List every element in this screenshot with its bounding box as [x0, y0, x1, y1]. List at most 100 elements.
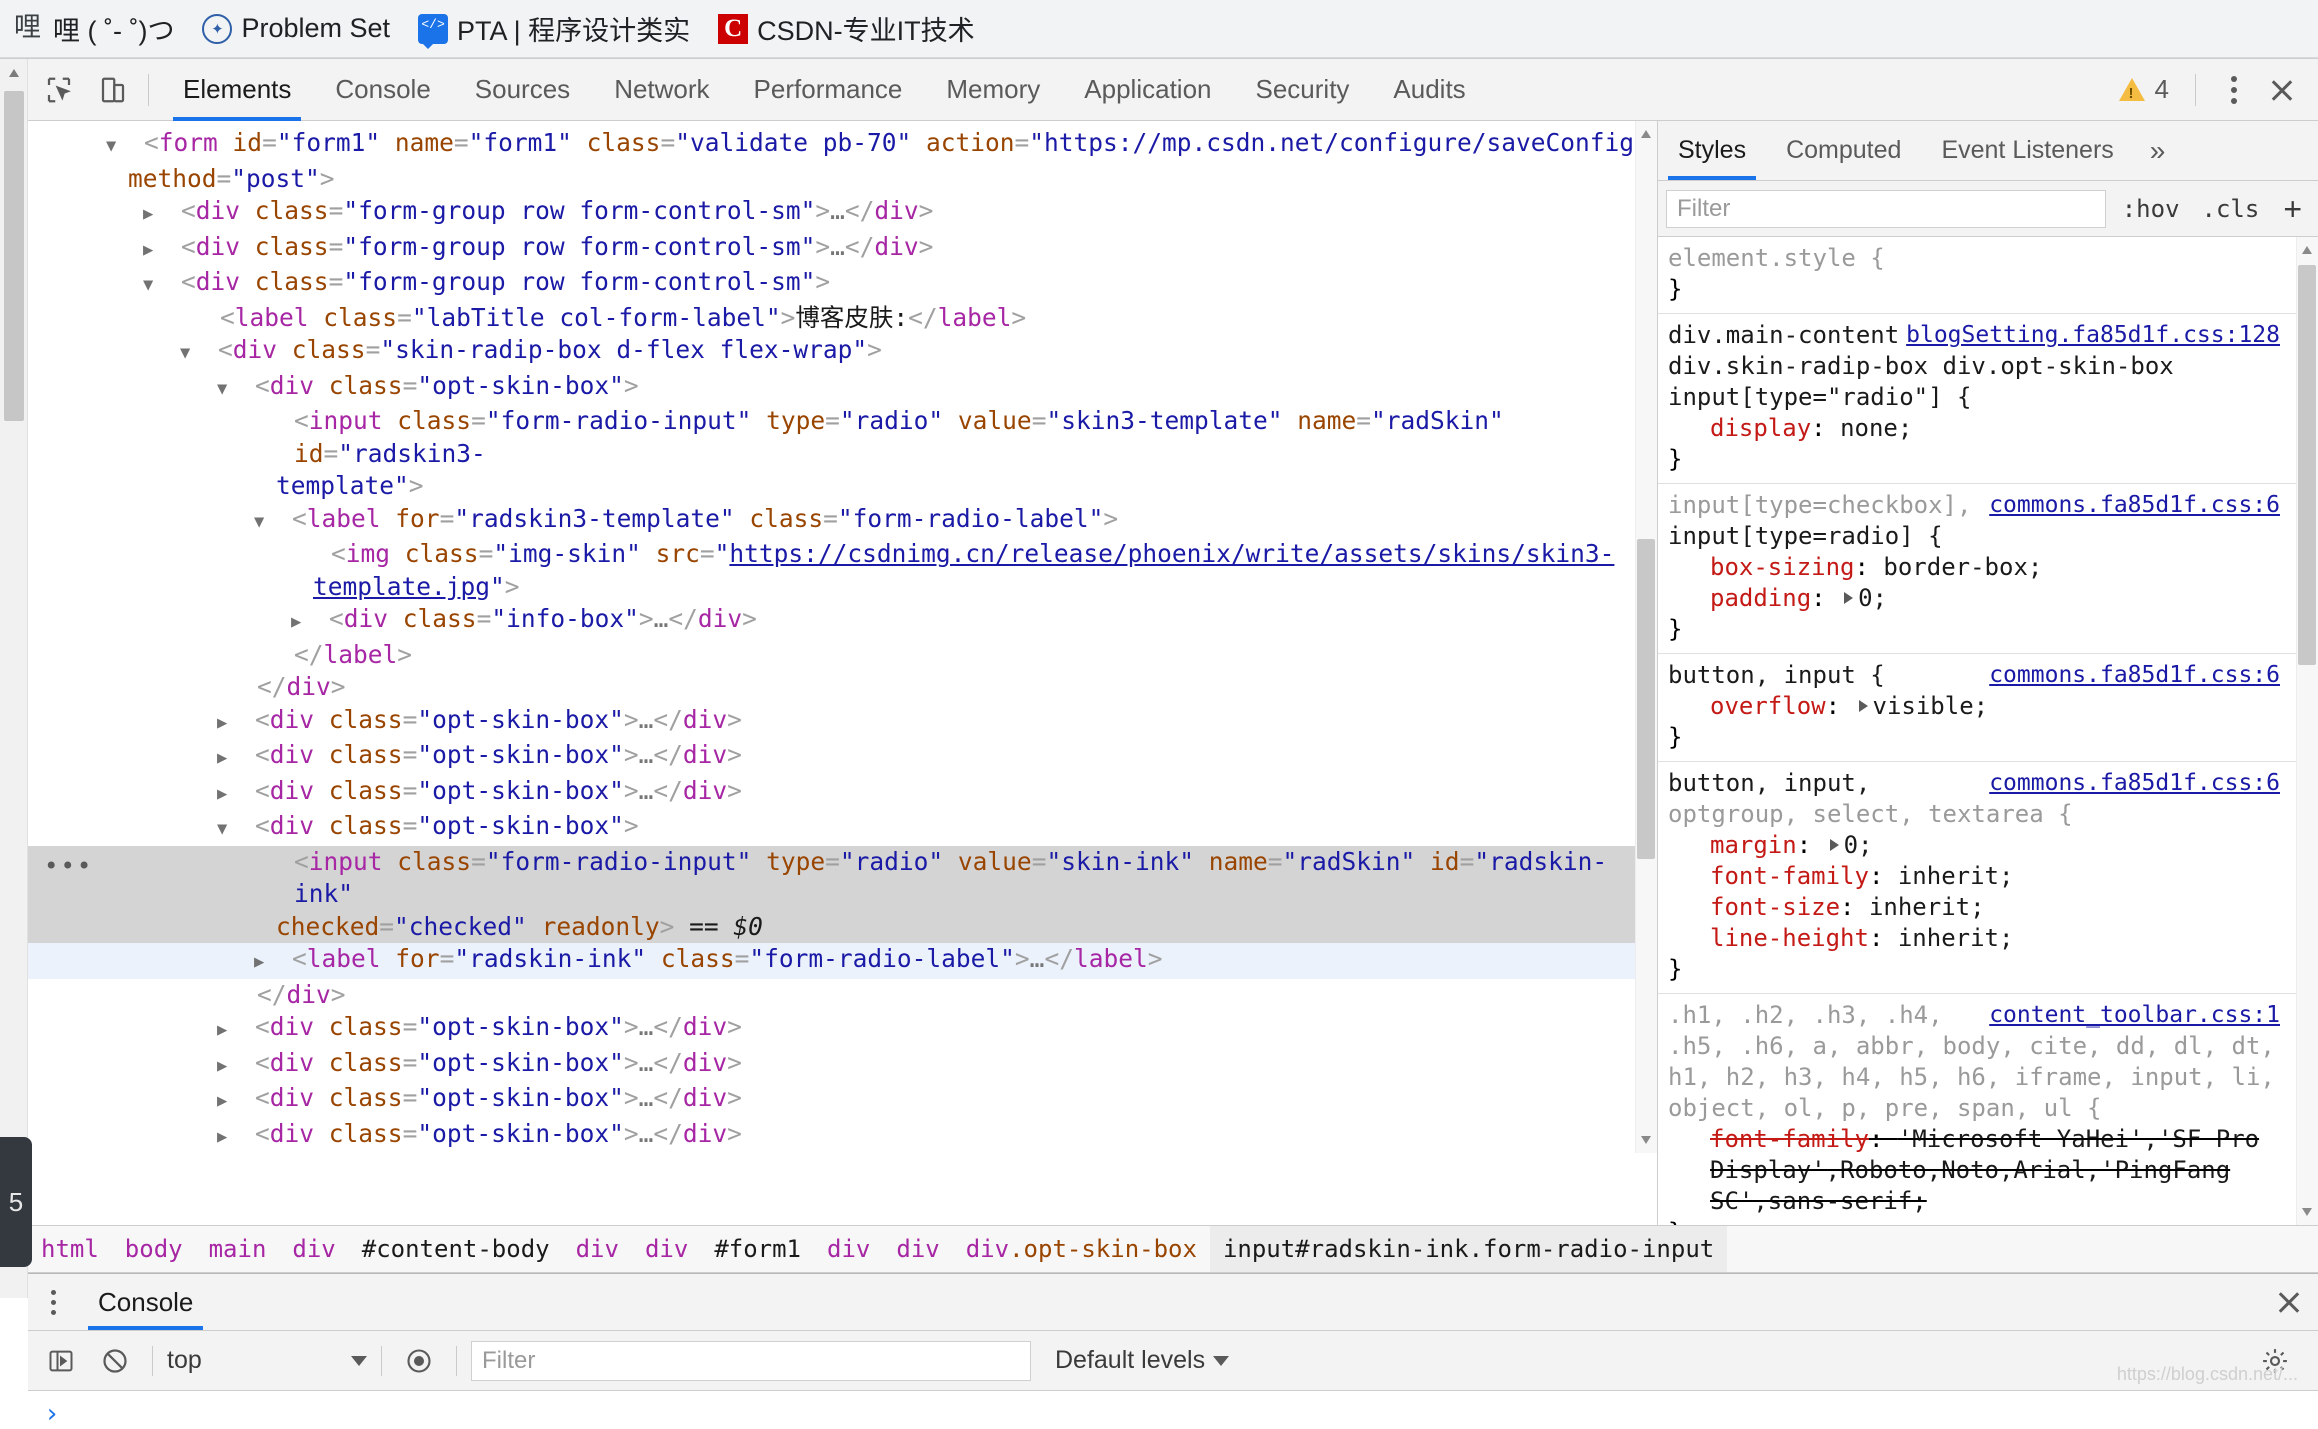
breadcrumb-item[interactable]: div .opt-skin-box	[953, 1226, 1210, 1272]
inspect-element-icon[interactable]	[36, 67, 82, 113]
scroll-up-arrow-icon[interactable]	[1641, 130, 1651, 138]
css-declaration[interactable]: display: none;	[1668, 413, 2296, 444]
css-rule[interactable]: div.main-content div.skin-radip-box div.o…	[1658, 314, 2296, 484]
console-levels-selector[interactable]: Default levels	[1055, 1346, 1230, 1375]
dom-tree-row[interactable]: </div>	[28, 671, 1657, 704]
dom-tree-row[interactable]: ▼ <div class="skin-radip-box d-flex flex-…	[28, 334, 1657, 370]
bookmark-item-pta[interactable]: </> PTA | 程序设计类实	[404, 7, 704, 51]
tab-event-listeners[interactable]: Event Listeners	[1921, 121, 2133, 180]
warning-badge[interactable]: 4	[2109, 74, 2179, 105]
tab-memory[interactable]: Memory	[924, 59, 1062, 121]
css-declaration[interactable]: margin: 0;	[1668, 830, 2296, 861]
dom-tree-row[interactable]: <input class="form-radio-input" type="ra…	[28, 405, 1657, 470]
tab-network[interactable]: Network	[592, 59, 731, 121]
breadcrumb-item[interactable]: div	[279, 1226, 348, 1272]
scroll-up-arrow-icon[interactable]	[9, 69, 19, 77]
tab-audits[interactable]: Audits	[1371, 59, 1487, 121]
twisty-closed-icon[interactable]: ▶	[217, 1014, 255, 1047]
tab-sources[interactable]: Sources	[453, 59, 592, 121]
css-rule-selector[interactable]: element.style {	[1668, 243, 2296, 274]
twisty-closed-icon[interactable]: ▶	[217, 778, 255, 811]
dom-tree-row[interactable]: ▶ <div class="info-box">…</div>	[28, 603, 1657, 639]
twisty-closed-icon[interactable]: ▶	[254, 946, 292, 979]
css-source-link[interactable]: commons.fa85d1f.css:6	[1989, 768, 2280, 799]
css-rule[interactable]: .h1, .h2, .h3, .h4, .h5, .h6, a, abbr, bo…	[1658, 994, 2296, 1225]
drawer-tab-console[interactable]: Console	[78, 1274, 213, 1330]
dom-tree-row[interactable]: ▶ <div class="opt-skin-box">…</div>	[28, 1082, 1657, 1118]
twisty-open-icon[interactable]: ▼	[254, 506, 292, 539]
scroll-down-arrow-icon[interactable]	[2302, 1208, 2312, 1216]
css-declaration[interactable]: font-family: 'Microsoft YaHei','SF Pro D…	[1668, 1124, 2296, 1217]
row-actions-icon[interactable]: •••	[44, 850, 93, 883]
dom-tree-row[interactable]: ▶ <div class="opt-skin-box">…</div>	[28, 704, 1657, 740]
tab-styles[interactable]: Styles	[1658, 121, 1766, 180]
new-style-rule-button[interactable]: +	[2275, 193, 2310, 225]
twisty-closed-icon[interactable]: ▶	[143, 198, 181, 231]
css-rule[interactable]: input[type=checkbox], input[type=radio] {…	[1658, 484, 2296, 654]
twisty-closed-icon[interactable]: ▶	[217, 742, 255, 775]
dom-tree-row[interactable]: ▶ <div class="form-group row form-control…	[28, 231, 1657, 267]
dom-tree-row[interactable]: ••• <input class="form-radio-input" type=…	[28, 845, 1657, 911]
expand-shorthand-icon[interactable]	[1858, 699, 1868, 712]
breadcrumb-item[interactable]: input#radskin-ink.form-radio-input	[1209, 1226, 1728, 1272]
twisty-closed-icon[interactable]: ▶	[217, 1050, 255, 1083]
toggle-hover-state-button[interactable]: :hov	[2116, 195, 2186, 223]
dom-tree-row[interactable]: ▶ <div class="form-group row form-control…	[28, 195, 1657, 231]
tab-security[interactable]: Security	[1234, 59, 1372, 121]
clear-console-icon[interactable]	[92, 1338, 138, 1384]
css-rule-selector[interactable]: button, input {commons.fa85d1f.css:6	[1668, 660, 2296, 691]
breadcrumb-item[interactable]: html	[28, 1226, 112, 1272]
dom-tree-row[interactable]: ▶ <div class="opt-skin-box">…</div>	[28, 1011, 1657, 1047]
toggle-class-button[interactable]: .cls	[2196, 195, 2266, 223]
dom-tree-row[interactable]: </label>	[28, 639, 1657, 672]
styles-scrollbar[interactable]	[2296, 237, 2318, 1225]
css-rule[interactable]: element.style {}	[1658, 237, 2296, 314]
twisty-open-icon[interactable]: ▼	[106, 130, 144, 163]
dom-tree-row[interactable]: ▼ <div class="opt-skin-box">	[28, 810, 1657, 846]
twisty-closed-icon[interactable]: ▶	[143, 234, 181, 267]
dom-tree-row[interactable]: ▶ <div class="opt-skin-box">…</div>	[28, 1047, 1657, 1083]
breadcrumb-item[interactable]: div	[632, 1226, 701, 1272]
bookmark-item-problem-set[interactable]: ✦ Problem Set	[188, 7, 404, 51]
drawer-more-options-icon[interactable]	[28, 1274, 78, 1330]
console-sidebar-toggle-icon[interactable]	[38, 1338, 84, 1384]
css-rule-selector[interactable]: input[type=checkbox], input[type=radio] {…	[1668, 490, 2296, 552]
breadcrumb-item[interactable]: #content-body	[349, 1226, 563, 1272]
console-context-selector[interactable]: top	[167, 1346, 367, 1375]
console-live-expression-icon[interactable]	[396, 1338, 442, 1384]
css-source-link[interactable]: blogSetting.fa85d1f.css:128	[1906, 320, 2280, 351]
dom-tree-row[interactable]: <label class="labTitle col-form-label">博…	[28, 302, 1657, 335]
scrollbar-thumb[interactable]	[4, 91, 24, 421]
scroll-down-arrow-icon[interactable]	[1641, 1136, 1651, 1144]
expand-shorthand-icon[interactable]	[1844, 591, 1854, 604]
css-declaration[interactable]: line-height: inherit;	[1668, 923, 2296, 954]
more-options-icon[interactable]	[2212, 68, 2256, 112]
scroll-up-arrow-icon[interactable]	[2302, 246, 2312, 254]
dom-tree-row[interactable]: <img class="img-skin" src="https://csdni…	[28, 538, 1657, 571]
page-scrollbar[interactable]	[0, 59, 28, 1298]
css-rule-selector[interactable]: div.main-content div.skin-radip-box div.o…	[1668, 320, 2296, 413]
scrollbar-thumb[interactable]	[2298, 265, 2316, 665]
css-rule-selector[interactable]: .h1, .h2, .h3, .h4, .h5, .h6, a, abbr, bo…	[1668, 1000, 2296, 1124]
more-tabs-icon[interactable]: »	[2134, 121, 2182, 180]
close-devtools-icon[interactable]	[2260, 68, 2304, 112]
tab-console[interactable]: Console	[313, 59, 452, 121]
twisty-open-icon[interactable]: ▼	[217, 813, 255, 846]
dom-tree-row[interactable]: ▼ <label for="radskin3-template" class="f…	[28, 503, 1657, 539]
dom-tree-row[interactable]: checked="checked" readonly> == $0	[28, 910, 1657, 943]
breadcrumb-item[interactable]: body	[112, 1226, 196, 1272]
twisty-open-icon[interactable]: ▼	[217, 373, 255, 406]
dom-tree-row[interactable]: ▼ <form id="form1" name="form1" class="va…	[28, 127, 1657, 163]
dom-tree-row[interactable]: ▼ <div class="opt-skin-box">	[28, 370, 1657, 406]
css-declaration[interactable]: padding: 0;	[1668, 583, 2296, 614]
css-rule[interactable]: button, input {commons.fa85d1f.css:6 over…	[1658, 654, 2296, 762]
twisty-closed-icon[interactable]: ▶	[217, 707, 255, 740]
styles-filter-input[interactable]: Filter	[1666, 189, 2106, 228]
code-token-lnk[interactable]: template.jpg	[313, 572, 490, 601]
css-declaration[interactable]: font-family: inherit;	[1668, 861, 2296, 892]
dom-tree-row[interactable]: ▶ <label for="radskin-ink" class="form-ra…	[28, 943, 1657, 979]
css-rule[interactable]: button, input, optgroup, select, textarea…	[1658, 762, 2296, 994]
twisty-closed-icon[interactable]: ▶	[217, 1085, 255, 1118]
twisty-closed-icon[interactable]: ▶	[291, 606, 329, 639]
twisty-open-icon[interactable]: ▼	[180, 337, 218, 370]
